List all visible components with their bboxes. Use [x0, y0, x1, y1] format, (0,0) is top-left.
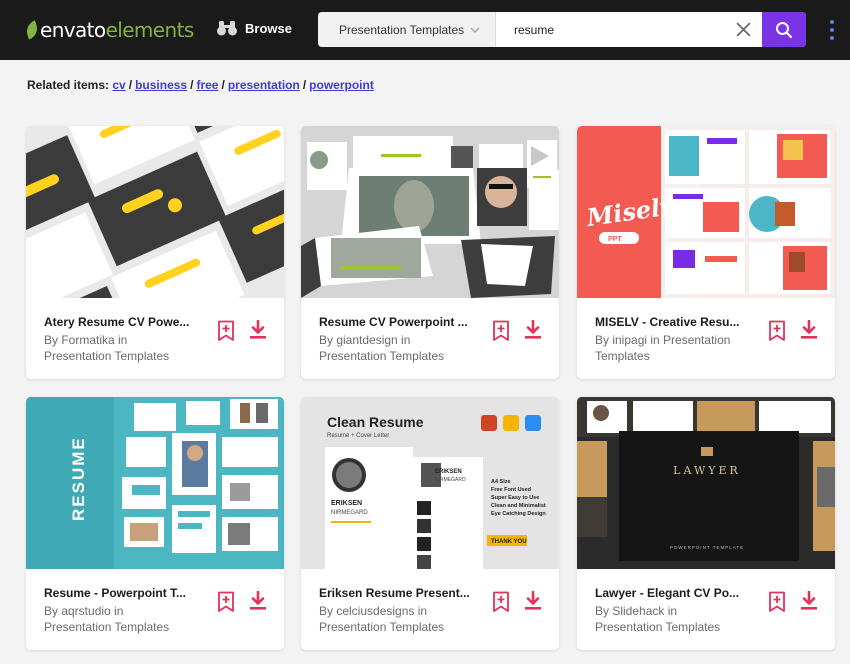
item-thumbnail[interactable]: Clean Resume Resume + Cover Letter ERIKS…	[301, 397, 559, 569]
binoculars-icon	[217, 21, 237, 36]
feature-text: A4 Size	[491, 479, 511, 485]
download-icon[interactable]	[524, 320, 542, 340]
feature-text: Free Font Used	[491, 487, 531, 493]
bookmark-add-icon[interactable]	[768, 320, 786, 342]
browse-button[interactable]: Browse	[216, 19, 292, 37]
thumbnail-title-text: Clean Resume	[327, 414, 424, 430]
item-author: By aqrstudio in Presentation Templates	[44, 604, 170, 634]
top-nav-bar: envatoelements Browse Presentation Templ…	[0, 0, 850, 60]
related-link-presentation[interactable]: presentation	[228, 78, 300, 92]
logo-wordmark: envatoelements	[40, 18, 194, 42]
related-link-free[interactable]: free	[196, 78, 218, 92]
item-title[interactable]: Atery Resume CV Powe...	[44, 315, 204, 329]
feature-text: Eye Catching Design	[491, 511, 546, 517]
download-icon[interactable]	[249, 591, 267, 611]
bookmark-add-icon[interactable]	[217, 320, 235, 342]
envato-elements-logo[interactable]: envatoelements	[23, 17, 194, 43]
bookmark-add-icon[interactable]	[492, 591, 510, 613]
category-label: Presentation Templates	[339, 22, 465, 37]
more-options-icon[interactable]	[829, 20, 835, 40]
item-card[interactable]: Clean Resume Resume + Cover Letter ERIKS…	[301, 397, 559, 650]
item-thumbnail[interactable]: Miselv PPT	[577, 126, 835, 298]
browse-label: Browse	[245, 20, 292, 36]
close-icon[interactable]	[735, 21, 752, 38]
thumbnail-subtitle-text: POWERPOINT TEMPLATE	[670, 545, 744, 550]
item-title[interactable]: Resume CV Powerpoint ...	[319, 315, 479, 329]
thumbnail-resume-text: RESUME	[69, 436, 88, 521]
bookmark-add-icon[interactable]	[768, 591, 786, 613]
thumbnail-badge-text: PPT	[608, 236, 622, 243]
item-title[interactable]: Resume - Powerpoint T...	[44, 586, 204, 600]
related-link-cv[interactable]: cv	[112, 78, 125, 92]
thumbnail-name-text: ERIKSEN	[331, 500, 362, 507]
download-icon[interactable]	[800, 591, 818, 611]
bookmark-add-icon[interactable]	[492, 320, 510, 342]
item-author: By Slidehack in Presentation Templates	[595, 604, 721, 634]
item-thumbnail[interactable]	[301, 126, 559, 298]
download-icon[interactable]	[249, 320, 267, 340]
item-author: By celciusdesigns in Presentation Templat…	[319, 604, 445, 634]
related-items: Related items: cv / business / free / presenta…	[27, 78, 374, 92]
search-submit-button[interactable]	[762, 12, 806, 47]
search-icon	[776, 21, 793, 38]
thumbnail-title-text: LAWYER	[673, 464, 741, 477]
item-author: By inipagi in Presentation Templates	[595, 333, 731, 363]
feature-text: Super Easy to Use	[491, 495, 539, 501]
item-author: By giantdesign in Presentation Templates	[319, 333, 445, 363]
related-link-powerpoint[interactable]: powerpoint	[309, 78, 374, 92]
item-card[interactable]: Atery Resume CV Powe... By Formatika in P…	[26, 126, 284, 379]
item-card[interactable]: RESUME Resume - Powerpoint T... By aqrst…	[26, 397, 284, 650]
feature-text: Clean and Minimalist	[491, 503, 546, 509]
related-link-business[interactable]: business	[135, 78, 187, 92]
download-icon[interactable]	[800, 320, 818, 340]
download-icon[interactable]	[524, 591, 542, 611]
item-card[interactable]: Miselv PPT MISELV - Creative Resu... By …	[577, 126, 835, 379]
thumbnail-subtitle-text: Resume + Cover Letter	[327, 433, 389, 439]
item-author: By Formatika in Presentation Templates	[44, 333, 170, 363]
item-title[interactable]: MISELV - Creative Resu...	[595, 315, 755, 329]
item-title[interactable]: Eriksen Resume Present...	[319, 586, 479, 600]
thumbnail-surname-text: NIRMEGARD	[331, 510, 368, 516]
thumbnail-name-text-2: ERIKSEN	[435, 469, 462, 475]
bookmark-add-icon[interactable]	[217, 591, 235, 613]
category-dropdown[interactable]: Presentation Templates	[318, 12, 496, 47]
search-input[interactable]	[496, 12, 762, 47]
item-title[interactable]: Lawyer - Elegant CV Po...	[595, 586, 755, 600]
item-thumbnail[interactable]	[26, 126, 284, 298]
item-card[interactable]: LAWYER POWERPOINT TEMPLATE Lawyer - Eleg…	[577, 397, 835, 650]
thumbnail-button-text: THANK YOU	[491, 539, 527, 545]
related-label: Related items:	[27, 78, 110, 92]
item-thumbnail[interactable]: RESUME	[26, 397, 284, 569]
item-thumbnail[interactable]: LAWYER POWERPOINT TEMPLATE	[577, 397, 835, 569]
item-card[interactable]: Resume CV Powerpoint ... By giantdesign …	[301, 126, 559, 379]
thumbnail-surname-text-2: NIRMEGARD	[435, 477, 466, 483]
leaf-icon	[23, 20, 41, 40]
chevron-down-icon	[470, 27, 480, 33]
search-bar: Presentation Templates	[318, 12, 806, 47]
